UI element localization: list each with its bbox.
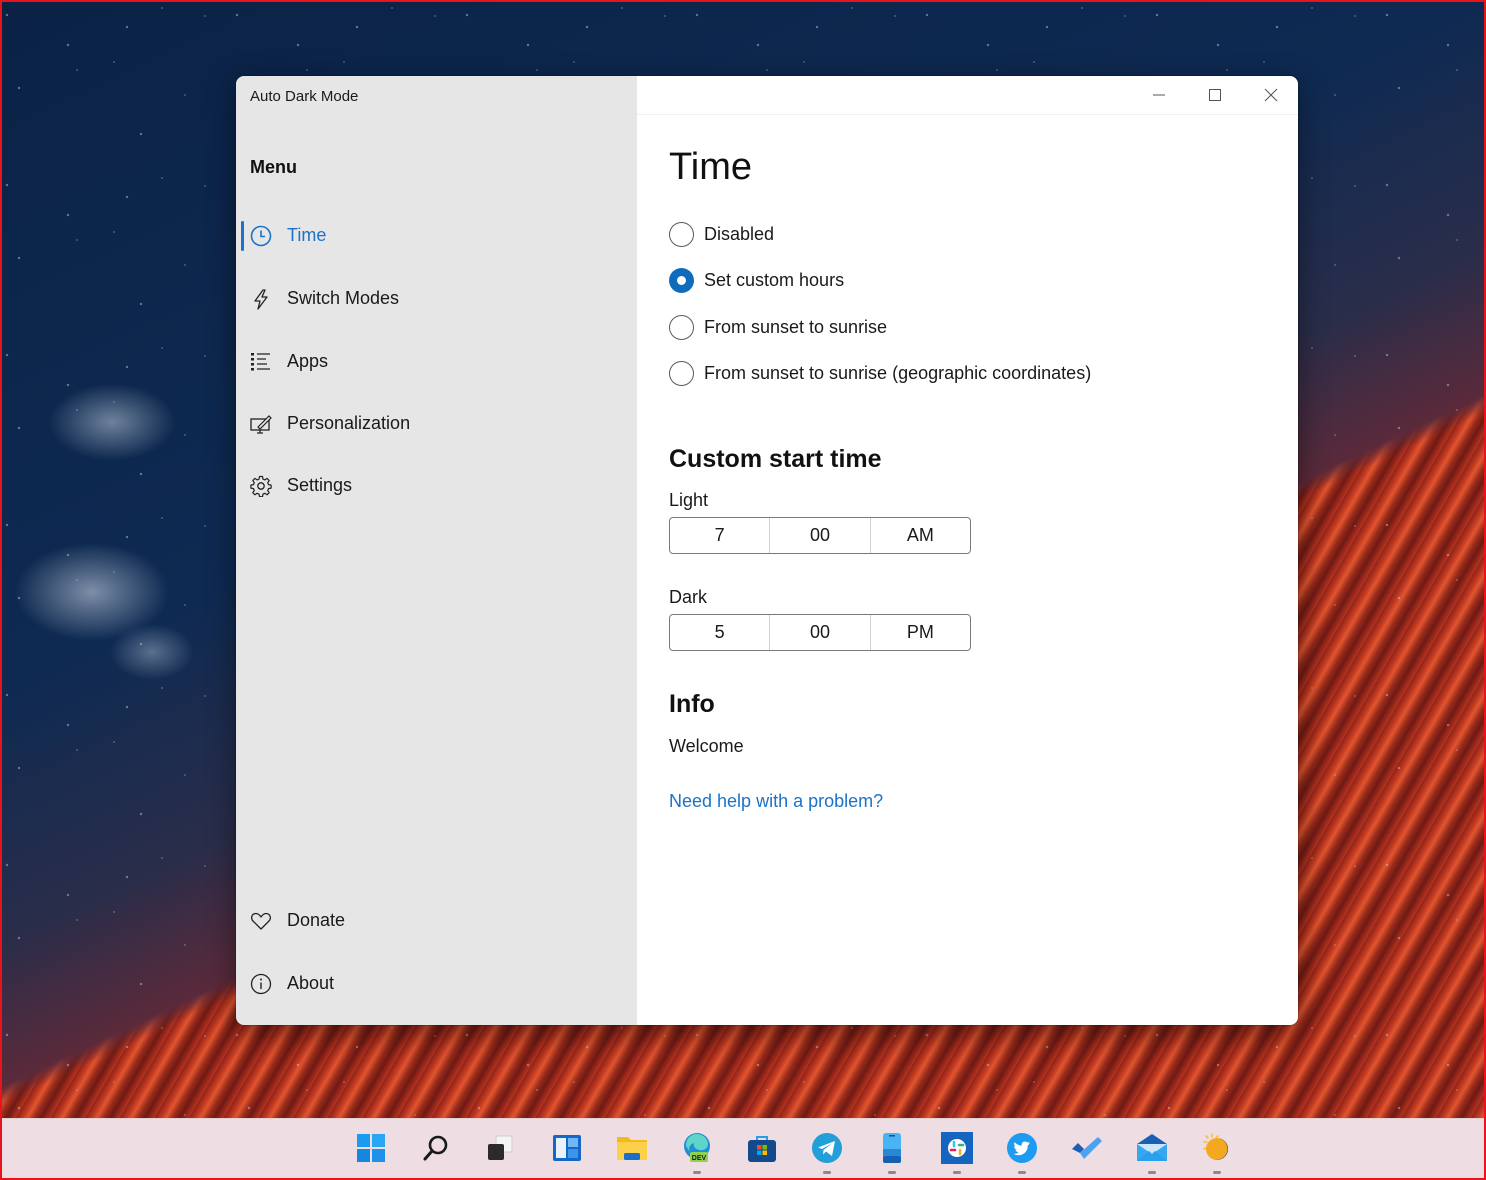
info-heading: Info: [669, 690, 715, 718]
radio-label: Disabled: [704, 223, 775, 244]
search-icon: [423, 1135, 448, 1161]
running-indicator: [693, 1171, 701, 1174]
sidebar-item-label: Switch Modes: [287, 288, 400, 308]
info-icon: [250, 973, 272, 995]
dark-period[interactable]: PM: [869, 615, 970, 650]
menu-label: Menu: [250, 157, 297, 177]
radio-sunset-to-sunrise-geo[interactable]: From sunset to sunrise (geographic coord…: [669, 360, 1091, 386]
slack-icon: [941, 1132, 973, 1164]
gear-icon: [250, 475, 272, 497]
running-indicator: [1213, 1171, 1221, 1174]
running-indicator: [1018, 1171, 1026, 1174]
microsoft-store-button[interactable]: [745, 1131, 779, 1165]
close-button[interactable]: [1243, 76, 1298, 114]
active-indicator: [241, 221, 244, 251]
task-view-icon: [488, 1135, 513, 1160]
page-title: Time: [669, 146, 753, 188]
dark-time-picker[interactable]: 5 00 PM: [669, 614, 971, 651]
close-icon: [1264, 88, 1278, 102]
start-icon: [357, 1134, 385, 1162]
radio-set-custom-hours[interactable]: Set custom hours: [669, 267, 844, 293]
start-button[interactable]: [354, 1131, 388, 1165]
telegram-icon: [812, 1133, 842, 1163]
maximize-button[interactable]: [1187, 76, 1243, 114]
app-window: Auto Dark Mode Menu Time Switch Modes Ap…: [236, 76, 1298, 1025]
radio-button[interactable]: [669, 221, 694, 247]
todo-icon: [1072, 1137, 1102, 1159]
light-minute[interactable]: 00: [769, 518, 869, 553]
twitter-icon: [1007, 1133, 1037, 1163]
heart-icon: [250, 910, 272, 932]
minimize-button[interactable]: [1131, 76, 1187, 114]
radio-sunset-to-sunrise[interactable]: From sunset to sunrise: [669, 314, 887, 340]
sidebar: Auto Dark Mode Menu Time Switch Modes Ap…: [236, 76, 637, 1025]
running-indicator: [953, 1171, 961, 1174]
titlebar-divider: [637, 114, 1298, 115]
telegram-button[interactable]: [810, 1131, 844, 1174]
microsoft-store-icon: [748, 1136, 776, 1162]
welcome-text: Welcome: [669, 736, 744, 756]
sidebar-item-switch-modes[interactable]: Switch Modes: [236, 277, 637, 321]
twitter-button[interactable]: [1005, 1131, 1039, 1174]
sidebar-item-donate[interactable]: Donate: [236, 899, 637, 943]
file-explorer-button[interactable]: [615, 1131, 649, 1165]
edge-dev-button[interactable]: DEV: [680, 1131, 714, 1174]
sidebar-item-label: Apps: [287, 351, 329, 371]
list-icon: [250, 351, 272, 373]
auto-dark-mode-button[interactable]: [1200, 1131, 1234, 1174]
radio-button[interactable]: [669, 314, 694, 340]
sidebar-item-label: Time: [287, 225, 327, 245]
sidebar-item-apps[interactable]: Apps: [236, 340, 637, 384]
sidebar-item-label: Settings: [287, 475, 353, 495]
radio-disabled[interactable]: Disabled: [669, 221, 774, 247]
radio-label: From sunset to sunrise (geographic coord…: [704, 362, 1092, 383]
clock-icon: [250, 225, 272, 247]
content-pane: Time Disabled Set custom hours From suns…: [637, 76, 1298, 1025]
widgets-button[interactable]: [550, 1131, 584, 1165]
dark-label: Dark: [669, 587, 708, 607]
running-indicator: [888, 1171, 896, 1174]
radio-label: From sunset to sunrise: [704, 316, 888, 337]
maximize-icon: [1209, 89, 1221, 101]
light-label: Light: [669, 490, 709, 510]
lightning-icon: [250, 288, 272, 310]
light-time-picker[interactable]: 7 00 AM: [669, 517, 971, 554]
personalization-icon: [250, 413, 272, 435]
auto-dark-mode-icon: [1203, 1133, 1230, 1161]
light-period[interactable]: AM: [869, 518, 970, 553]
search-button[interactable]: [419, 1131, 453, 1165]
running-indicator: [823, 1171, 831, 1174]
sidebar-item-time[interactable]: Time: [236, 214, 637, 258]
mail-icon: [1137, 1134, 1167, 1161]
radio-label: Set custom hours: [704, 269, 845, 290]
minimize-icon: [1153, 94, 1165, 96]
widgets-icon: [553, 1135, 581, 1161]
mail-button[interactable]: [1135, 1131, 1169, 1174]
svg-text:DEV: DEV: [692, 1155, 707, 1162]
window-title: Auto Dark Mode: [250, 88, 359, 105]
sidebar-item-label: Donate: [287, 910, 346, 930]
running-indicator: [1148, 1171, 1156, 1174]
sidebar-item-personalization[interactable]: Personalization: [236, 402, 637, 446]
sidebar-item-label: About: [287, 973, 335, 993]
radio-button-checked[interactable]: [669, 267, 694, 293]
custom-start-time-heading: Custom start time: [669, 445, 882, 473]
taskbar: DEV: [2, 1118, 1484, 1178]
task-view-button[interactable]: [483, 1131, 517, 1165]
sidebar-item-settings[interactable]: Settings: [236, 464, 637, 508]
edge-dev-icon: DEV: [684, 1133, 710, 1162]
phone-link-icon: [883, 1133, 901, 1163]
phone-link-button[interactable]: [875, 1131, 909, 1174]
help-link[interactable]: Need help with a problem?: [669, 791, 883, 812]
light-hour[interactable]: 7: [670, 518, 769, 553]
dark-hour[interactable]: 5: [670, 615, 769, 650]
slack-button[interactable]: [940, 1131, 974, 1174]
file-explorer-icon: [617, 1137, 647, 1160]
sidebar-item-about[interactable]: About: [236, 962, 637, 1006]
todo-button[interactable]: [1070, 1131, 1104, 1165]
sidebar-item-label: Personalization: [287, 413, 411, 433]
dark-minute[interactable]: 00: [769, 615, 869, 650]
radio-button[interactable]: [669, 360, 694, 386]
